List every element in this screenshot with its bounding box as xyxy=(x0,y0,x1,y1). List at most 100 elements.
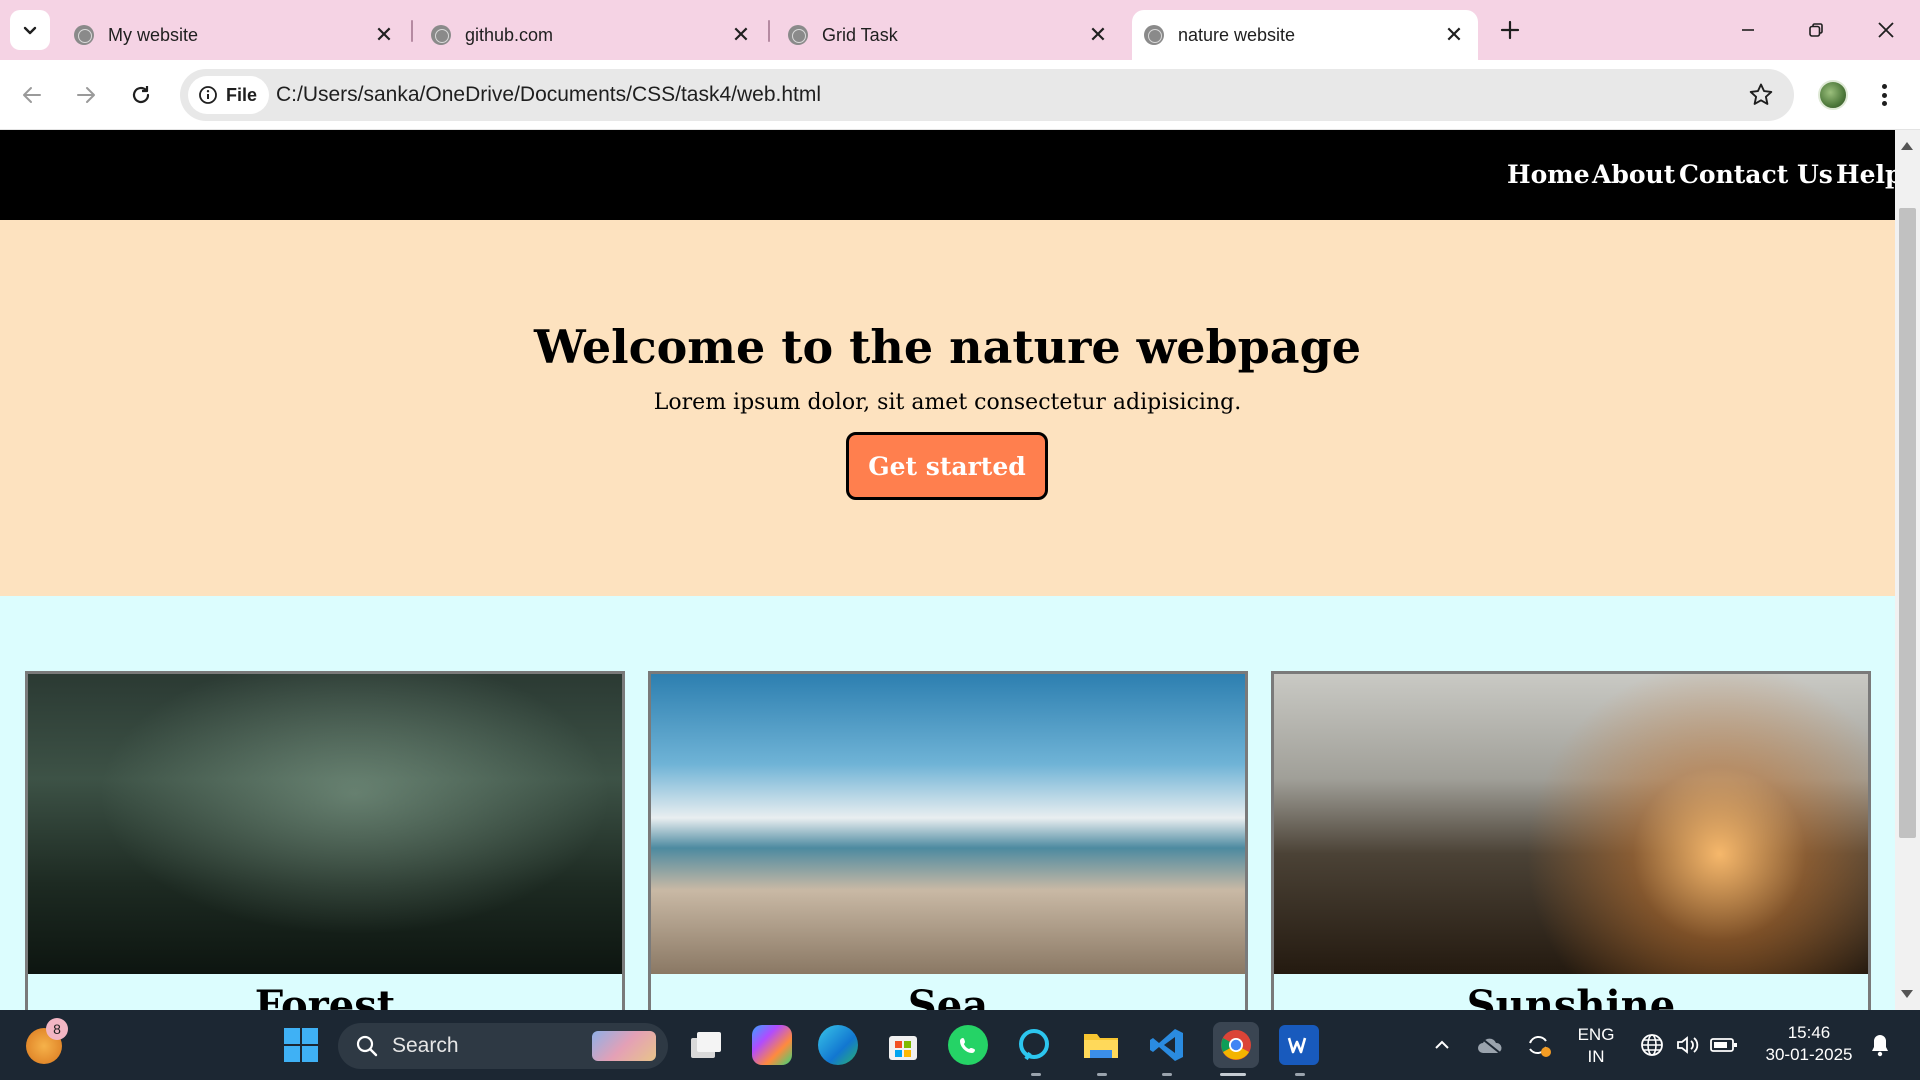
battery-glyph-icon xyxy=(1710,1038,1737,1052)
alexa-ring-icon xyxy=(1019,1029,1049,1061)
chrome-icon[interactable] xyxy=(1213,1022,1259,1068)
tab-title: Grid Task xyxy=(822,24,898,45)
tab-github[interactable]: github.com ✕ xyxy=(421,10,761,60)
sync-arrows-icon xyxy=(1529,1036,1551,1057)
edge-browser-icon[interactable] xyxy=(818,1025,858,1065)
menu-dot xyxy=(1881,84,1887,89)
network-icon[interactable] xyxy=(1632,1025,1672,1065)
close-icon[interactable]: ✕ xyxy=(1444,22,1464,47)
running-indicator xyxy=(1031,1073,1041,1076)
card-caption: Sea xyxy=(907,982,989,1010)
page-viewport: Home About Contact Us Help Welcome to th… xyxy=(0,130,1895,1010)
globe-icon xyxy=(788,25,808,45)
copilot-icon[interactable] xyxy=(752,1025,792,1065)
sync-icon[interactable] xyxy=(1518,1025,1558,1065)
tab-separator xyxy=(768,20,770,42)
show-hidden-icons-icon[interactable] xyxy=(1422,1025,1462,1065)
task-view-icon[interactable] xyxy=(686,1025,726,1065)
restore-button[interactable] xyxy=(1794,12,1838,48)
onedrive-icon[interactable] xyxy=(1470,1025,1510,1065)
taskbar-search[interactable]: Search xyxy=(338,1023,668,1069)
sunshine-image xyxy=(1274,674,1868,974)
phone-icon xyxy=(960,1038,975,1053)
hero-subtitle: Lorem ipsum dolor, sit amet consectetur … xyxy=(653,390,1242,415)
globe-icon xyxy=(74,25,94,45)
arrow-left-icon xyxy=(23,87,41,103)
restore-icon xyxy=(1809,23,1823,37)
speaker-icon xyxy=(1677,1036,1699,1054)
language-indicator[interactable]: ENG IN xyxy=(1576,1024,1616,1068)
clock-date: 30-01-2025 xyxy=(1765,1045,1853,1064)
nav-link-about[interactable]: About xyxy=(1592,160,1675,189)
windows-taskbar: 8 Search ENG IN 15:46 30-01-2025 xyxy=(0,1010,1920,1080)
file-explorer-icon[interactable] xyxy=(1081,1025,1121,1065)
scrollbar-thumb[interactable] xyxy=(1899,208,1916,838)
profile-avatar[interactable] xyxy=(1818,80,1848,110)
task-view-glyph-icon xyxy=(691,1032,721,1058)
forest-image xyxy=(28,674,622,974)
globe-network-icon xyxy=(1641,1034,1663,1056)
page-scrollbar[interactable] xyxy=(1895,130,1920,1010)
tab-search-button[interactable] xyxy=(10,10,50,50)
word-icon[interactable] xyxy=(1279,1025,1319,1065)
tab-title: github.com xyxy=(465,24,554,45)
window-close-button[interactable] xyxy=(1864,12,1908,48)
scroll-down-arrow-icon[interactable] xyxy=(1901,990,1913,998)
running-indicator xyxy=(1162,1073,1172,1076)
back-button[interactable] xyxy=(14,77,50,113)
search-placeholder: Search xyxy=(392,1034,459,1057)
tab-my-website[interactable]: My website ✕ xyxy=(64,10,404,60)
info-icon xyxy=(199,86,217,104)
folder-icon xyxy=(1084,1034,1118,1058)
volume-icon[interactable] xyxy=(1668,1025,1708,1065)
windows-start-icon[interactable] xyxy=(281,1025,321,1065)
get-started-button[interactable]: Get started xyxy=(846,432,1048,500)
bookmark-star-icon[interactable] xyxy=(1748,82,1774,108)
running-indicator xyxy=(1097,1073,1107,1076)
nav-link-home[interactable]: Home xyxy=(1507,160,1590,189)
cards-section: Forest Sea Sunshine xyxy=(0,596,1895,1010)
address-bar[interactable]: File C:/Users/sanka/OneDrive/Documents/C… xyxy=(180,69,1794,121)
close-icon[interactable]: ✕ xyxy=(374,22,394,47)
arrow-right-icon xyxy=(77,87,95,103)
new-tab-button[interactable] xyxy=(1494,14,1526,46)
notification-badge: 8 xyxy=(46,1018,68,1040)
nav-link-help[interactable]: Help xyxy=(1836,160,1895,189)
tab-title: My website xyxy=(108,24,199,45)
microsoft-store-icon[interactable] xyxy=(883,1025,923,1065)
globe-icon xyxy=(431,25,451,45)
tab-grid-task[interactable]: Grid Task ✕ xyxy=(778,10,1118,60)
close-icon[interactable]: ✕ xyxy=(731,22,751,47)
tab-nature-website[interactable]: nature website ✕ xyxy=(1132,10,1478,60)
minimize-button[interactable] xyxy=(1726,12,1770,48)
menu-dot xyxy=(1881,92,1887,98)
site-info-chip[interactable]: File xyxy=(188,76,270,114)
url-text[interactable]: C:/Users/sanka/OneDrive/Documents/CSS/ta… xyxy=(276,69,821,121)
card-sunshine[interactable]: Sunshine xyxy=(1271,671,1871,1010)
card-sea[interactable]: Sea xyxy=(648,671,1248,1010)
battery-icon[interactable] xyxy=(1704,1025,1744,1065)
site-info-label: File xyxy=(226,84,258,105)
sea-image xyxy=(651,674,1245,974)
chevron-up-icon xyxy=(1435,1040,1449,1049)
vscode-logo-icon xyxy=(1150,1029,1183,1061)
chevron-down-icon xyxy=(23,26,37,35)
hero-title: Welcome to the nature webpage xyxy=(533,320,1362,374)
site-navbar: Home About Contact Us Help xyxy=(0,130,1895,220)
browser-menu-button[interactable] xyxy=(1874,80,1894,110)
card-forest[interactable]: Forest xyxy=(25,671,625,1010)
cloud-icon xyxy=(1478,1036,1502,1054)
tab-title: nature website xyxy=(1178,24,1296,45)
alexa-icon[interactable] xyxy=(1014,1025,1054,1065)
notifications-bell-icon[interactable] xyxy=(1860,1025,1900,1065)
reload-button[interactable] xyxy=(123,77,159,113)
store-bag-icon xyxy=(889,1036,917,1060)
forward-button[interactable] xyxy=(68,77,104,113)
close-icon[interactable]: ✕ xyxy=(1088,22,1108,47)
nav-link-contact-us[interactable]: Contact Us xyxy=(1679,160,1833,189)
clock[interactable]: 15:46 30-01-2025 xyxy=(1754,1022,1864,1066)
vscode-icon[interactable] xyxy=(1147,1025,1187,1065)
scroll-up-arrow-icon[interactable] xyxy=(1901,142,1913,150)
whatsapp-icon[interactable] xyxy=(948,1025,988,1065)
menu-dot xyxy=(1881,101,1887,106)
